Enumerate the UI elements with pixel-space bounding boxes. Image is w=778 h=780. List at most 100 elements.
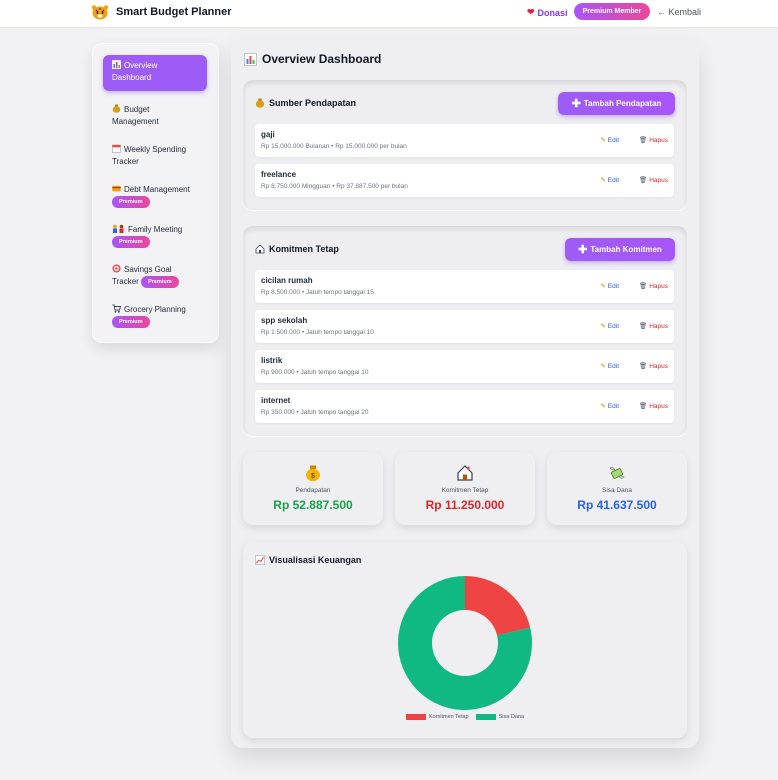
edit-label: Edit bbox=[607, 322, 619, 330]
donut-slice-komitmen-tetap[interactable] bbox=[465, 576, 531, 636]
edit-label: Edit bbox=[607, 362, 619, 370]
delete-label: Hapus bbox=[649, 362, 668, 370]
premium-member-badge[interactable]: Premium Member bbox=[574, 3, 650, 20]
chart-icon bbox=[112, 60, 121, 69]
premium-badge: Premium bbox=[112, 196, 150, 208]
house-icon bbox=[457, 465, 473, 481]
stat-label: Komitmen Tetap bbox=[441, 487, 489, 494]
item-name: cicilan rumah bbox=[261, 276, 313, 285]
legend-swatch bbox=[475, 714, 496, 720]
edit-button[interactable]: ✎ Edit bbox=[600, 136, 619, 145]
list-item: freelance Rp 8.750.000 Mingguan • Rp 37.… bbox=[255, 164, 674, 197]
list-item: spp sekolah Rp 1.500.000 • Jatuh tempo t… bbox=[255, 310, 674, 343]
stat-value: Rp 52.887.500 bbox=[273, 498, 353, 512]
donasi-link[interactable]: ❤ Donasi bbox=[527, 7, 568, 18]
edit-label: Edit bbox=[607, 136, 619, 144]
legend-label: Sisa Dana bbox=[498, 714, 525, 720]
money-wings-icon bbox=[609, 467, 625, 479]
sidebar-item-grocery[interactable]: Grocery Planning Premium bbox=[103, 299, 207, 333]
delete-button[interactable]: 🗑 Hapus bbox=[638, 282, 668, 291]
pencil-icon: ✎ bbox=[600, 403, 606, 410]
trash-icon: 🗑 bbox=[638, 283, 648, 290]
commitments-title-text: Komitmen Tetap bbox=[269, 244, 339, 254]
stat-label: Pendapatan bbox=[295, 487, 331, 494]
plus-icon: ✚ bbox=[578, 244, 588, 256]
pencil-icon: ✎ bbox=[600, 137, 606, 144]
heart-icon: ❤ bbox=[527, 7, 535, 17]
tiger-logo-icon bbox=[91, 5, 109, 20]
delete-button[interactable]: 🗑 Hapus bbox=[638, 176, 668, 185]
stat-value: Rp 11.250.000 bbox=[425, 498, 505, 512]
trash-icon: 🗑 bbox=[638, 137, 648, 144]
sidebar-item-overview[interactable]: Overview Dashboard bbox=[103, 55, 207, 91]
cart-icon bbox=[112, 304, 121, 313]
back-link[interactable]: ← Kembali bbox=[657, 7, 701, 17]
house-icon bbox=[255, 244, 265, 254]
item-name: internet bbox=[261, 396, 291, 405]
sidebar-item-label: Weekly Spending Tracker bbox=[112, 145, 187, 166]
list-item: cicilan rumah Rp 8.500.000 • Jatuh tempo… bbox=[255, 270, 674, 303]
item-detail: Rp 8.750.000 Mingguan • Rp 37.887.500 pe… bbox=[261, 183, 408, 190]
sidebar-item-weekly[interactable]: Weekly Spending Tracker bbox=[103, 139, 207, 173]
premium-badge: Premium bbox=[112, 236, 150, 248]
plus-icon: ✚ bbox=[571, 98, 581, 110]
money-bag-icon bbox=[112, 104, 121, 113]
sidebar-item-savings[interactable]: Savings Goal Tracker Premium bbox=[103, 259, 207, 293]
add-income-button[interactable]: ✚ Tambah Pendapatan bbox=[558, 92, 675, 115]
pencil-icon: ✎ bbox=[600, 363, 606, 370]
trash-icon: 🗑 bbox=[638, 177, 648, 184]
pencil-icon: ✎ bbox=[600, 283, 606, 290]
delete-label: Hapus bbox=[649, 282, 668, 290]
donasi-label: Donasi bbox=[537, 7, 568, 18]
item-detail: Rp 8.500.000 • Jatuh tempo tanggal 15 bbox=[261, 289, 374, 296]
stat-value: Rp 41.637.500 bbox=[577, 498, 657, 512]
edit-button[interactable]: ✎ Edit bbox=[600, 282, 619, 291]
delete-button[interactable]: 🗑 Hapus bbox=[639, 402, 668, 411]
stat-label: Sisa Dana bbox=[602, 487, 632, 494]
money-bag-icon bbox=[255, 98, 265, 108]
sidebar-item-budget[interactable]: Budget Management bbox=[103, 99, 207, 133]
delete-button[interactable]: 🗑 Hapus bbox=[639, 362, 668, 371]
edit-button[interactable]: ✎ Edit bbox=[600, 402, 619, 411]
sidebar-item-family[interactable]: Family Meeting Premium bbox=[103, 219, 207, 253]
edit-button[interactable]: ✎ Edit bbox=[600, 322, 619, 331]
pencil-icon: ✎ bbox=[600, 177, 606, 184]
delete-label: Hapus bbox=[649, 402, 668, 410]
item-detail: Rp 900.000 • Jatuh tempo tanggal 10 bbox=[261, 369, 369, 376]
delete-label: Hapus bbox=[649, 176, 668, 184]
legend-item-remaining[interactable]: Sisa Dana bbox=[475, 714, 525, 720]
add-commitment-button[interactable]: ✚ Tambah Komitmen bbox=[565, 238, 675, 261]
calendar-icon bbox=[112, 144, 121, 153]
delete-button[interactable]: 🗑 Hapus bbox=[638, 322, 668, 331]
sidebar-item-debt[interactable]: Debt Management Premium bbox=[103, 179, 207, 213]
income-section-title: Sumber Pendapatan bbox=[255, 98, 356, 108]
sidebar: Overview Dashboard Budget Management Wee… bbox=[92, 43, 219, 343]
item-name: freelance bbox=[261, 170, 297, 179]
commitments-section-title: Komitmen Tetap bbox=[255, 244, 339, 254]
delete-label: Hapus bbox=[649, 136, 668, 144]
edit-label: Edit bbox=[607, 402, 619, 410]
income-section: Sumber Pendapatan ✚ Tambah Pendapatan ga… bbox=[243, 80, 687, 210]
donut-chart bbox=[398, 576, 532, 710]
stat-card-commitments: Komitmen Tetap Rp 11.250.000 bbox=[395, 452, 535, 525]
legend-item-commitments[interactable]: Komitmen Tetap bbox=[405, 714, 469, 720]
add-income-label: Tambah Pendapatan bbox=[583, 99, 662, 108]
delete-button[interactable]: 🗑 Hapus bbox=[638, 136, 668, 145]
item-name: spp sekolah bbox=[261, 316, 308, 325]
legend-label: Komitmen Tetap bbox=[428, 714, 469, 720]
stat-card-income: $ Pendapatan Rp 52.887.500 bbox=[243, 452, 383, 525]
page-title: Overview Dashboard bbox=[244, 52, 381, 66]
premium-badge: Premium bbox=[112, 316, 150, 328]
money-bag-icon: $ bbox=[306, 465, 320, 482]
edit-button[interactable]: ✎ Edit bbox=[600, 176, 619, 185]
edit-button[interactable]: ✎ Edit bbox=[600, 362, 619, 371]
stat-card-remaining: Sisa Dana Rp 41.637.500 bbox=[547, 452, 687, 525]
trash-icon: 🗑 bbox=[638, 323, 648, 330]
target-icon bbox=[112, 264, 121, 273]
chart-icon bbox=[244, 52, 257, 66]
app-title: Smart Budget Planner bbox=[116, 6, 232, 18]
sidebar-item-label: Grocery Planning bbox=[124, 305, 186, 314]
top-bar: Smart Budget Planner ❤ Donasi Premium Me… bbox=[0, 0, 778, 27]
item-detail: Rp 350.000 • Jatuh tempo tanggal 20 bbox=[261, 409, 369, 416]
pencil-icon: ✎ bbox=[600, 323, 606, 330]
